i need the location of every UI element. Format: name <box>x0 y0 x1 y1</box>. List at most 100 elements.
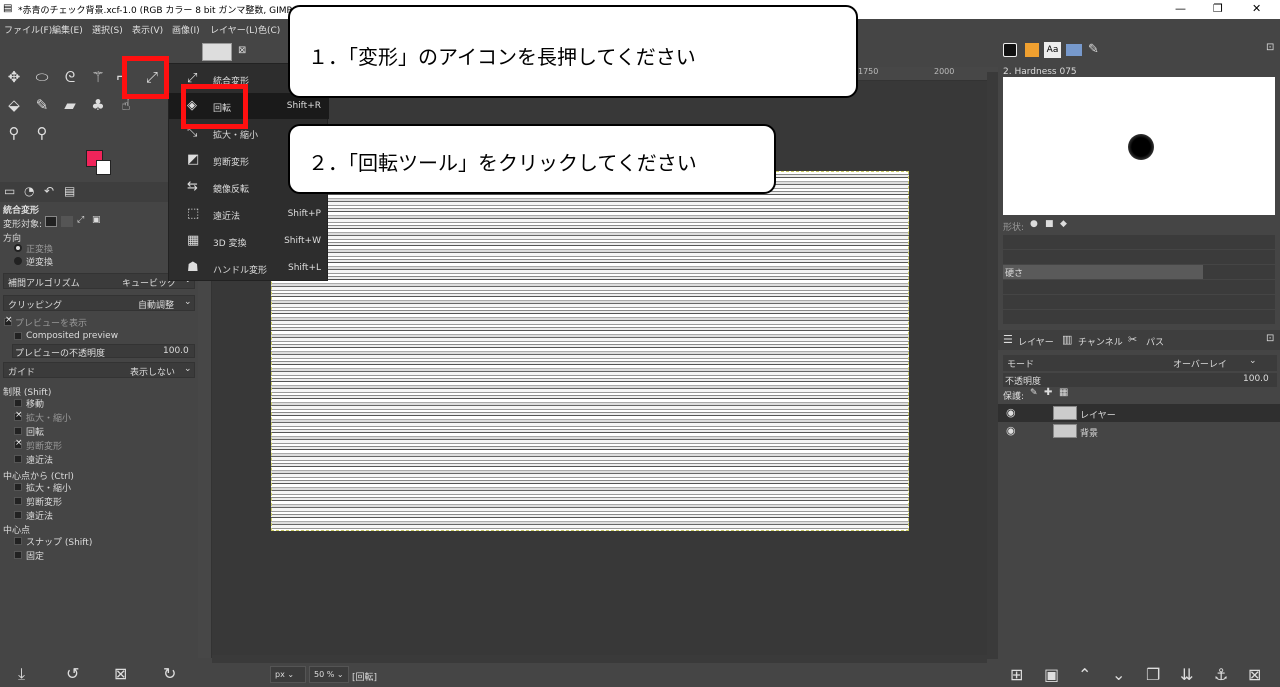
merge-layer-icon[interactable]: ⇊ <box>1180 665 1193 684</box>
layer-row[interactable]: ◉ レイヤー <box>998 404 1280 422</box>
dock-menu-icon[interactable]: ⊡ <box>1266 333 1274 344</box>
undo-history-icon[interactable]: ↶ <box>44 184 54 198</box>
dock-menu-icon[interactable]: ⊡ <box>1266 42 1274 53</box>
zoom-select[interactable]: 50 % ⌄ <box>309 666 349 683</box>
shape-square-icon[interactable]: ■ <box>1045 219 1054 229</box>
target-image-icon[interactable]: ▣ <box>92 215 101 225</box>
angle-slider[interactable] <box>1003 295 1275 309</box>
lower-layer-icon[interactable]: ⌄ <box>1112 665 1125 684</box>
duplicate-layer-icon[interactable]: ❐ <box>1146 665 1160 684</box>
show-preview-checkbox[interactable] <box>4 315 13 326</box>
target-layer-icon[interactable] <box>45 216 57 227</box>
constrain-persp-checkbox[interactable] <box>14 455 22 463</box>
channels-tab-icon[interactable]: ▥ <box>1062 333 1072 346</box>
constrain-move-checkbox[interactable] <box>14 399 22 407</box>
vertical-scrollbar[interactable] <box>987 72 998 659</box>
target-selection-icon[interactable] <box>61 216 73 227</box>
menu-item-handle-transform[interactable]: ☗ ハンドル変形 Shift+L <box>169 255 329 281</box>
restore-options-icon[interactable]: ↺ <box>66 664 79 683</box>
tab-channels[interactable]: チャンネル <box>1078 335 1123 348</box>
fonts-tab-icon[interactable]: Aa <box>1044 42 1061 58</box>
eraser-icon[interactable]: ▰ <box>60 95 80 115</box>
tab-paths[interactable]: パス <box>1146 335 1164 348</box>
minimize-icon[interactable]: — <box>1175 2 1186 15</box>
unit-select[interactable]: px ⌄ <box>270 666 306 683</box>
brushes-tab-icon[interactable] <box>1003 43 1017 57</box>
menu-image[interactable]: 画像(I) <box>172 23 200 36</box>
interpolation-dropdown[interactable]: 補間アルゴリズム キュービック ⌄ <box>3 273 195 289</box>
images-icon[interactable]: ▤ <box>64 184 75 198</box>
patterns-tab-icon[interactable] <box>1025 43 1039 57</box>
clipping-dropdown[interactable]: クリッピング 自動調整 ⌄ <box>3 295 195 311</box>
lasso-icon[interactable]: ᘓ <box>60 67 80 87</box>
background-color[interactable] <box>96 160 111 175</box>
tab-layers[interactable]: レイヤー <box>1018 335 1054 348</box>
anchor-icon[interactable]: ⚓ <box>1214 665 1228 684</box>
eye-icon[interactable]: ◉ <box>1006 406 1016 419</box>
menu-item-3d-transform[interactable]: ▦ 3D 変換 Shift+W <box>169 228 329 254</box>
document-history-icon[interactable] <box>1066 44 1082 56</box>
image-canvas[interactable] <box>271 171 909 531</box>
move-tool-icon[interactable]: ✥ <box>4 67 24 87</box>
image-tab-thumbnail[interactable] <box>202 43 232 61</box>
radius-slider[interactable] <box>1003 235 1275 249</box>
lock-pixels-icon[interactable]: ✎ <box>1030 388 1038 398</box>
eye-icon[interactable]: ◉ <box>1006 424 1016 437</box>
menu-colors[interactable]: 色(C) <box>258 23 280 36</box>
tool-options-tab-icon[interactable]: ▭ <box>4 184 15 198</box>
shape-circle-icon[interactable]: ● <box>1030 219 1038 229</box>
close-icon[interactable]: ✕ <box>1252 2 1261 15</box>
pivot-lock-checkbox[interactable] <box>14 551 22 559</box>
direction-normal-radio[interactable] <box>14 244 22 252</box>
menu-item-perspective[interactable]: ⬚ 遠近法 Shift+P <box>169 201 329 227</box>
hardness-slider[interactable]: 硬さ <box>1003 265 1275 279</box>
spacing-slider[interactable] <box>1003 310 1275 324</box>
paintbrush-icon[interactable]: ✎ <box>32 95 52 115</box>
paint-dynamics-icon[interactable]: ✎ <box>1088 42 1099 57</box>
brush-preview[interactable] <box>1003 77 1275 215</box>
save-options-icon[interactable]: ⤓ <box>18 664 25 684</box>
fc-persp-checkbox[interactable] <box>14 511 22 519</box>
constrain-rotate-checkbox[interactable] <box>14 427 22 435</box>
opacity-slider[interactable]: 不透明度 100.0 <box>1003 373 1277 387</box>
preview-opacity-slider[interactable]: プレビューの不透明度 100.0 <box>12 344 195 359</box>
lock-position-icon[interactable]: ✚ <box>1044 387 1052 398</box>
shape-diamond-icon[interactable]: ◆ <box>1060 219 1067 229</box>
device-status-icon[interactable]: ◔ <box>24 184 34 198</box>
layers-tab-icon[interactable]: ☰ <box>1003 333 1013 346</box>
layer-row[interactable]: ◉ 背景 <box>998 422 1280 440</box>
direction-reverse-radio[interactable] <box>14 257 22 265</box>
clone-icon[interactable]: ♣ <box>88 95 108 115</box>
paths-tab-icon[interactable]: ✂ <box>1128 333 1137 346</box>
menu-select[interactable]: 選択(S) <box>92 23 123 36</box>
mode-dropdown[interactable]: モード オーバーレイ ⌄ <box>1003 355 1277 371</box>
constrain-shear-checkbox[interactable] <box>14 438 23 449</box>
zoom-icon[interactable]: ⚲ <box>32 123 52 143</box>
new-group-icon[interactable]: ▣ <box>1044 665 1059 684</box>
new-layer-icon[interactable]: ⊞ <box>1010 665 1023 684</box>
target-path-icon[interactable]: ⤢ <box>77 215 84 225</box>
reset-options-icon[interactable]: ↻ <box>163 664 176 683</box>
bucket-fill-icon[interactable]: ⬙ <box>4 95 24 115</box>
menu-edit[interactable]: 編集(E) <box>52 23 83 36</box>
pivot-snap-checkbox[interactable] <box>14 537 22 545</box>
close-tab-icon[interactable]: ⊠ <box>238 45 246 56</box>
menu-layer[interactable]: レイヤー(L) <box>210 23 258 36</box>
composited-preview-checkbox[interactable] <box>14 332 22 340</box>
delete-layer-icon[interactable]: ⊠ <box>1248 665 1261 684</box>
maximize-icon[interactable]: ❐ <box>1213 2 1223 15</box>
lock-alpha-icon[interactable]: ▦ <box>1059 387 1068 398</box>
guide-dropdown[interactable]: ガイド 表示しない ⌄ <box>3 362 195 378</box>
fuzzy-select-icon[interactable]: ⚚ <box>88 67 108 87</box>
aspect-slider[interactable] <box>1003 280 1275 294</box>
spikes-slider[interactable] <box>1003 250 1275 264</box>
fc-shear-checkbox[interactable] <box>14 497 22 505</box>
ellipse-select-icon[interactable]: ⬭ <box>32 67 52 87</box>
fc-scale-checkbox[interactable] <box>14 483 22 491</box>
delete-options-icon[interactable]: ⊠ <box>114 664 127 683</box>
constrain-scale-checkbox[interactable] <box>14 410 23 421</box>
raise-layer-icon[interactable]: ⌃ <box>1078 665 1091 684</box>
menu-file[interactable]: ファイル(F) <box>4 23 52 36</box>
menu-view[interactable]: 表示(V) <box>132 23 163 36</box>
color-picker-icon[interactable]: ⚲ <box>4 123 24 143</box>
